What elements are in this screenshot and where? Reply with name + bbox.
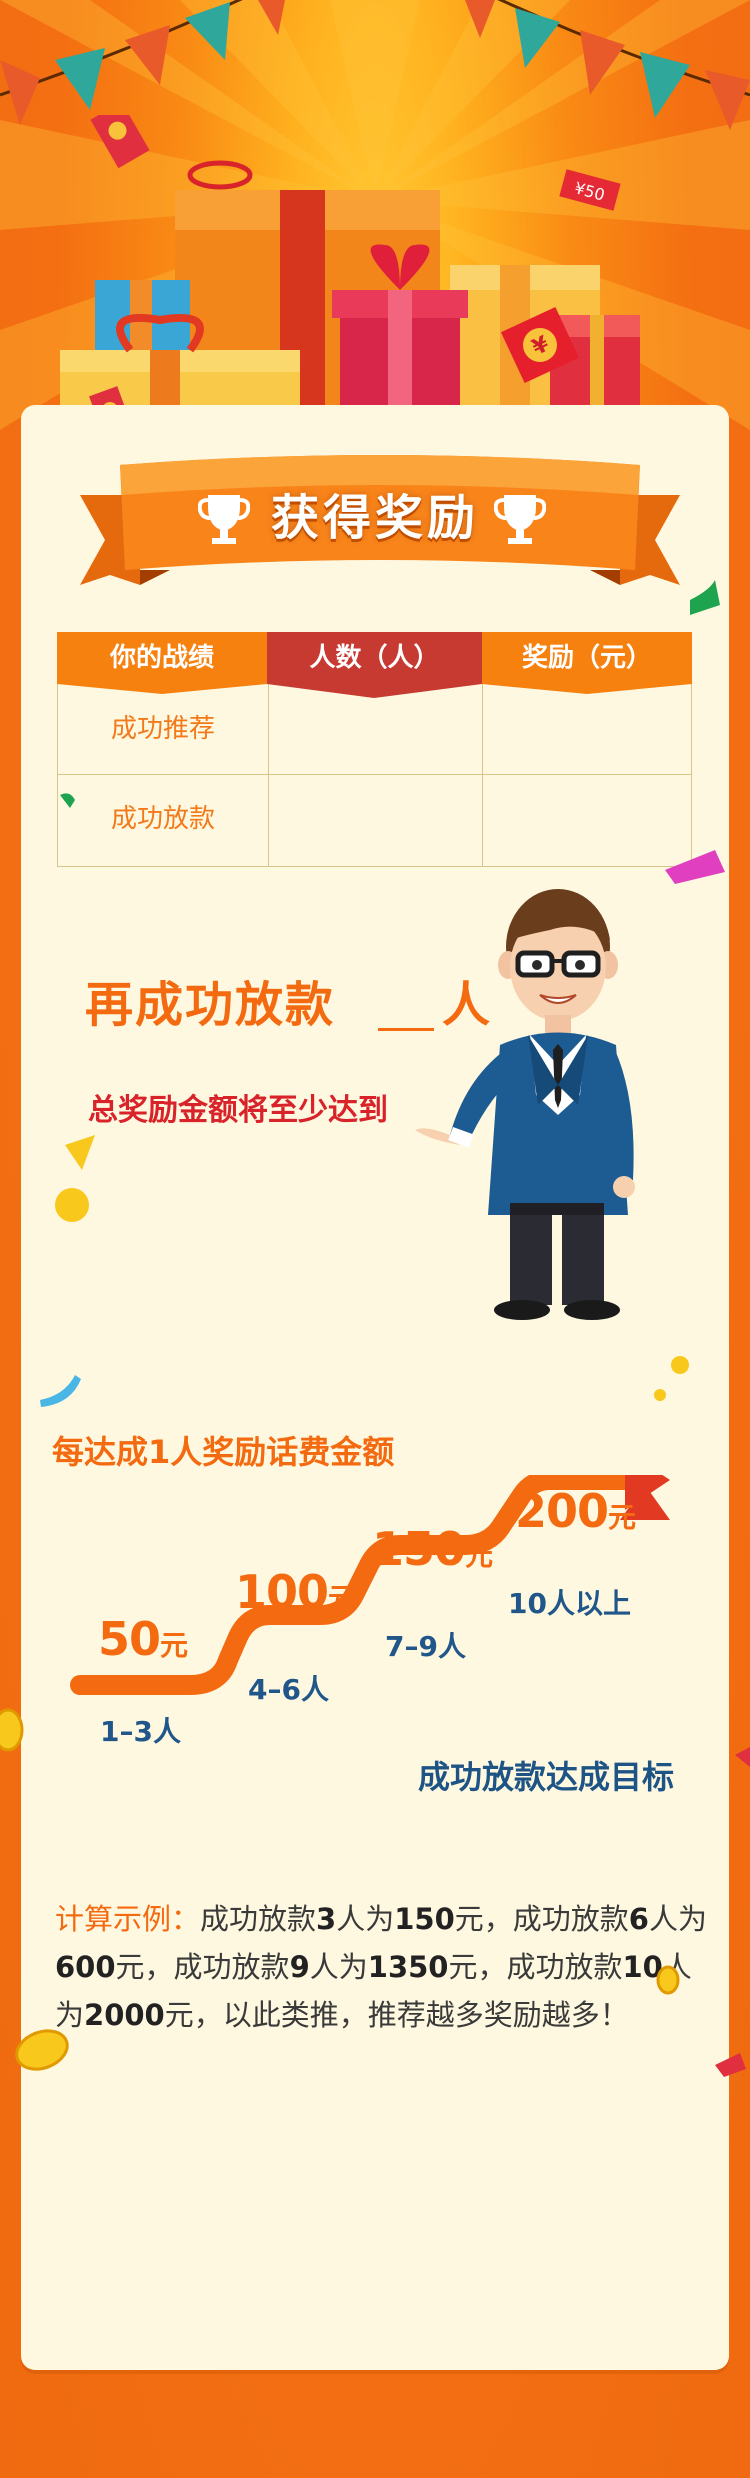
subline-text: 总奖励金额将至少达到 xyxy=(88,1093,388,1128)
headline-unit: 人 xyxy=(442,977,491,1033)
step-amount-3: 150元 xyxy=(372,1522,493,1576)
gift-box-icon: ¥ ¥50 xyxy=(60,115,640,434)
step-range-4: 10人以上 xyxy=(508,1587,631,1620)
coin-icon xyxy=(0,1708,750,2077)
step-amount-4: 200元 xyxy=(515,1484,636,1538)
step-amount-2: 100元 xyxy=(235,1565,356,1619)
step-range-3: 7–9人 xyxy=(385,1630,466,1663)
steps-title: 每达成1人奖励话费金额 xyxy=(52,1433,395,1471)
headline-text: 再成功放款 xyxy=(85,977,336,1033)
step-amount-1: 50元 xyxy=(98,1612,188,1666)
page-title: 获得奖励 xyxy=(270,490,479,546)
blank-underline xyxy=(378,1028,434,1031)
businessman-figure xyxy=(415,889,635,1320)
